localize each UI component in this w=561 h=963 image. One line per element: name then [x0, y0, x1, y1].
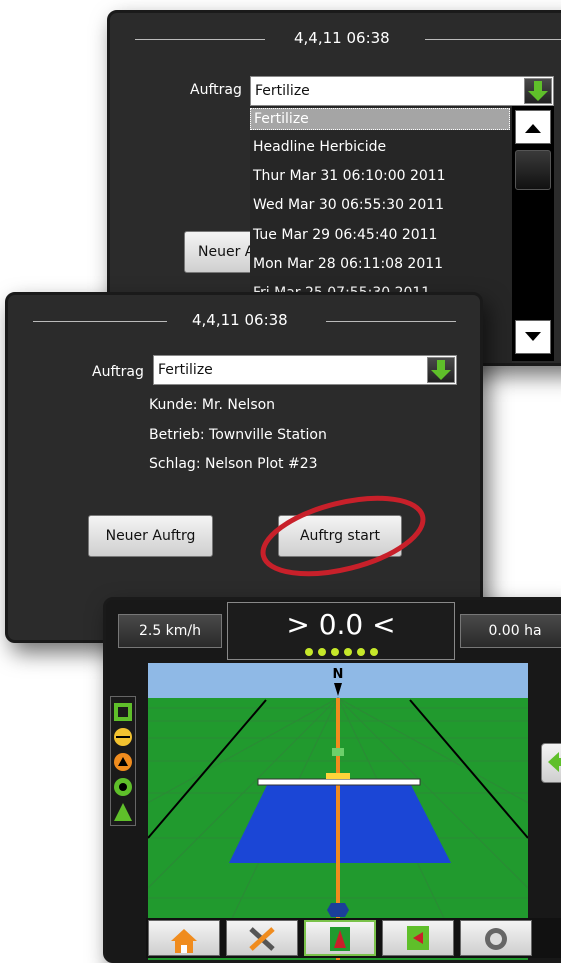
- date-time-label: 4,4,11 06:38: [192, 311, 288, 329]
- bottom-nav-bar: [146, 918, 561, 958]
- vehicle-icon[interactable]: [111, 800, 135, 824]
- nav-guidance-button[interactable]: [304, 920, 376, 956]
- dropdown-item[interactable]: Mon Mar 28 06:11:08 2011: [250, 256, 443, 272]
- guidance-panel: 2.5 km/h > 0.0 < 0.00 ha N: [103, 597, 561, 963]
- line-guidance-icon[interactable]: [111, 725, 135, 749]
- field-text: Schlag: Nelson Plot #23: [149, 456, 318, 472]
- dropdown-toggle-button[interactable]: [524, 78, 552, 104]
- area-box: 0.00 ha: [460, 614, 561, 648]
- new-job-button[interactable]: Neuer Auftrg: [88, 515, 213, 557]
- scroll-down-button[interactable]: [515, 320, 551, 354]
- job-select-panel-front: 4,4,11 06:38 Auftrag Fertilize Kunde: Mr…: [5, 292, 483, 643]
- area-value: 0.00 ha: [488, 623, 542, 639]
- dropdown-item[interactable]: Thur Mar 31 06:10:00 2011: [250, 168, 446, 184]
- nav-map-button[interactable]: [382, 920, 454, 956]
- tools-icon: [249, 927, 275, 951]
- left-status-strip: [110, 696, 136, 826]
- gauge-icon: [485, 928, 507, 950]
- compass-north-label: N: [333, 667, 344, 682]
- job-combo[interactable]: Fertilize: [153, 355, 457, 385]
- guidance-view-icon: [330, 927, 350, 951]
- job-label: Auftrag: [190, 82, 242, 98]
- green-down-arrow-icon: [431, 360, 451, 380]
- lightbar-leds: [305, 648, 378, 656]
- dropdown-item[interactable]: Headline Herbicide: [250, 139, 386, 155]
- gps-status-icon[interactable]: [111, 775, 135, 799]
- dropdown-item[interactable]: Fertilize: [250, 108, 510, 130]
- field-map-icon: [407, 926, 429, 950]
- nav-home-button[interactable]: [148, 920, 220, 956]
- speed-box: 2.5 km/h: [118, 614, 222, 648]
- title-divider-right: [425, 39, 561, 40]
- boom-status-icon[interactable]: [111, 700, 135, 724]
- right-panel-tab[interactable]: [541, 743, 561, 783]
- job-combo-value: Fertilize: [158, 362, 213, 378]
- cross-track-value: > 0.0 <: [286, 608, 396, 641]
- dropdown-item[interactable]: Tue Mar 29 06:45:40 2011: [250, 227, 437, 243]
- auto-steer-icon[interactable]: [111, 750, 135, 774]
- triangle-up-icon: [525, 124, 541, 133]
- speed-value: 2.5 km/h: [138, 623, 202, 639]
- home-icon: [171, 929, 197, 953]
- dropdown-item[interactable]: Wed Mar 30 06:55:30 2011: [250, 197, 444, 213]
- triangle-down-icon: [525, 332, 541, 341]
- farm-text: Betrieb: Townville Station: [149, 427, 327, 443]
- title-divider-right: [326, 321, 456, 322]
- title-divider-left: [135, 39, 265, 40]
- job-combo[interactable]: Fertilize: [250, 76, 554, 106]
- start-job-button[interactable]: Auftrg start: [278, 515, 402, 557]
- title-divider-left: [33, 321, 167, 322]
- dropdown-scrollbar[interactable]: [512, 106, 554, 361]
- customer-text: Kunde: Mr. Nelson: [149, 397, 276, 413]
- dropdown-toggle-button[interactable]: [427, 357, 455, 383]
- scroll-thumb[interactable]: [515, 150, 551, 190]
- cross-track-box: > 0.0 <: [227, 602, 455, 660]
- green-down-arrow-icon: [528, 81, 548, 101]
- job-label: Auftrag: [92, 364, 144, 380]
- date-time-label: 4,4,11 06:38: [294, 29, 390, 47]
- nav-gauge-button[interactable]: [460, 920, 532, 956]
- nav-tools-button[interactable]: [226, 920, 298, 956]
- scroll-up-button[interactable]: [515, 110, 551, 144]
- job-combo-value: Fertilize: [255, 83, 310, 99]
- left-arrow-icon: [548, 752, 561, 772]
